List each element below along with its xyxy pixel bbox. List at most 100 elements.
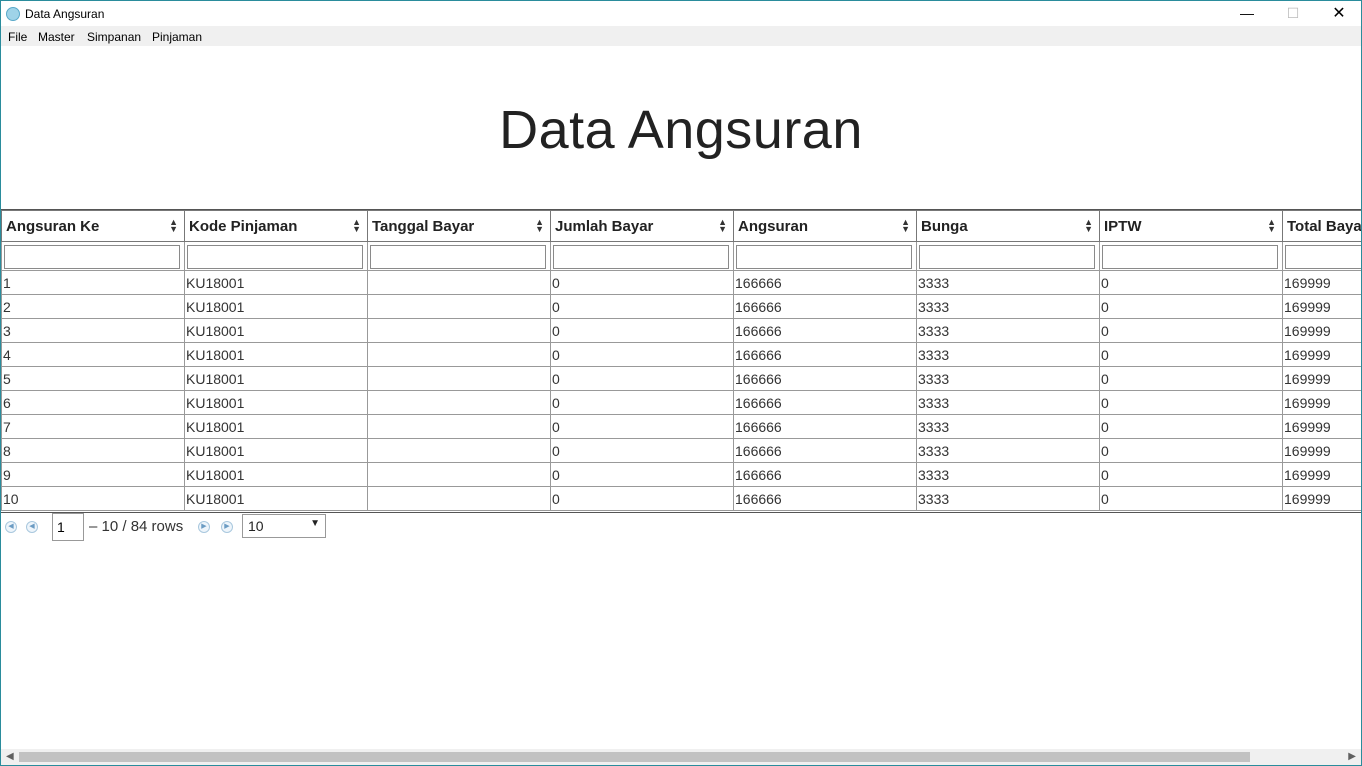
table-cell: 0: [1099, 438, 1283, 463]
table-cell: [367, 414, 551, 439]
sort-icon[interactable]: ▲ ▼: [535, 218, 544, 234]
table-cell: KU18001: [184, 318, 368, 343]
filter-input[interactable]: [736, 244, 912, 269]
column-header[interactable]: Angsuran ▲ ▼: [733, 210, 917, 242]
next-page-icon[interactable]: ▶: [198, 521, 210, 533]
table-cell: KU18001: [184, 294, 368, 319]
table-row[interactable]: 3 KU18001 0 166666 3333 0 169999: [1, 318, 1361, 343]
table-cell: 0: [550, 390, 734, 415]
page-number-input[interactable]: [52, 513, 84, 541]
menu-master[interactable]: Master: [38, 30, 75, 44]
table-cell: 169999: [1282, 414, 1361, 439]
table-cell: 3333: [916, 294, 1100, 319]
maximize-button[interactable]: ☐: [1270, 1, 1316, 26]
table-row[interactable]: 5 KU18001 0 166666 3333 0 169999: [1, 366, 1361, 391]
column-header[interactable]: Bunga ▲ ▼: [916, 210, 1100, 242]
table-cell: KU18001: [184, 462, 368, 487]
table-cell: 0: [1099, 294, 1283, 319]
table-cell: 0: [550, 462, 734, 487]
column-header[interactable]: Total Bayar▲▼: [1282, 210, 1361, 242]
table-cell: 169999: [1282, 438, 1361, 463]
menu-simpanan[interactable]: Simpanan: [87, 30, 141, 44]
app-window: Data Angsuran — ☐ ✕ File Master Simpanan…: [0, 0, 1362, 766]
installment-table: Angsuran Ke ▲ ▼ Kode Pinjaman ▲ ▼ Tanggal Ba…: [1, 210, 1361, 511]
sort-icon[interactable]: ▲ ▼: [169, 218, 178, 234]
column-header[interactable]: IPTW ▲ ▼: [1099, 210, 1283, 242]
table-cell: KU18001: [184, 270, 368, 295]
filter-cell: [1, 241, 185, 271]
table-cell: 0: [550, 342, 734, 367]
table-cell: 8: [1, 438, 185, 463]
table-row[interactable]: 10 KU18001 0 166666 3333 0 169999: [1, 486, 1361, 511]
scroll-right-icon[interactable]: ▶: [1348, 751, 1356, 762]
filter-cell: [916, 241, 1100, 271]
table-cell: 0: [1099, 318, 1283, 343]
close-icon: ✕: [1332, 5, 1346, 22]
filter-input[interactable]: [1285, 244, 1361, 269]
scroll-left-icon[interactable]: ◀: [6, 751, 14, 762]
sort-icon[interactable]: ▲ ▼: [352, 218, 361, 234]
column-header[interactable]: Kode Pinjaman ▲ ▼: [184, 210, 368, 242]
table-cell: [367, 366, 551, 391]
column-header-label: Angsuran: [738, 217, 809, 235]
filter-row: [1, 241, 1361, 271]
column-header[interactable]: Jumlah Bayar ▲ ▼: [550, 210, 734, 242]
table-cell: [367, 462, 551, 487]
table-cell: 0: [550, 486, 734, 511]
table-cell: 3333: [916, 390, 1100, 415]
table-cell: 0: [1099, 462, 1283, 487]
filter-input[interactable]: [1102, 244, 1278, 269]
sort-icon[interactable]: ▲ ▼: [1084, 218, 1093, 234]
table-cell: 0: [1099, 390, 1283, 415]
prev-page-icon[interactable]: ◀: [26, 521, 38, 533]
table-cell: 3333: [916, 486, 1100, 511]
filter-input[interactable]: [553, 244, 729, 269]
table-cell: 10: [1, 486, 185, 511]
page-size-select[interactable]: 10 ▼: [242, 514, 326, 538]
table-row[interactable]: 9 KU18001 0 166666 3333 0 169999: [1, 462, 1361, 487]
table-row[interactable]: 6 KU18001 0 166666 3333 0 169999: [1, 390, 1361, 415]
table-cell: 166666: [733, 438, 917, 463]
table-cell: 9: [1, 462, 185, 487]
horizontal-scrollbar[interactable]: ◀ ▶: [1, 749, 1361, 765]
table-cell: KU18001: [184, 342, 368, 367]
filter-input[interactable]: [370, 244, 546, 269]
column-header[interactable]: Tanggal Bayar ▲ ▼: [367, 210, 551, 242]
table-cell: 166666: [733, 366, 917, 391]
table-cell: 166666: [733, 342, 917, 367]
menu-file[interactable]: File: [8, 30, 27, 44]
column-header-label: Tanggal Bayar: [372, 217, 475, 235]
column-header[interactable]: Angsuran Ke ▲ ▼: [1, 210, 185, 242]
minimize-button[interactable]: —: [1224, 1, 1270, 26]
table-cell: 169999: [1282, 462, 1361, 487]
sort-icon[interactable]: ▲ ▼: [1267, 218, 1276, 234]
table-cell: 3333: [916, 462, 1100, 487]
filter-input[interactable]: [4, 244, 180, 269]
title-bar[interactable]: Data Angsuran — ☐ ✕: [1, 1, 1361, 26]
scroll-thumb[interactable]: [19, 752, 1250, 762]
sort-icon[interactable]: ▲ ▼: [901, 218, 910, 234]
filter-input[interactable]: [187, 244, 363, 269]
table-row[interactable]: 7 KU18001 0 166666 3333 0 169999: [1, 414, 1361, 439]
table-row[interactable]: 2 KU18001 0 166666 3333 0 169999: [1, 294, 1361, 319]
last-page-icon[interactable]: ▶: [221, 521, 233, 533]
table-cell: 1: [1, 270, 185, 295]
table-row[interactable]: 8 KU18001 0 166666 3333 0 169999: [1, 438, 1361, 463]
table-cell: 0: [550, 438, 734, 463]
column-header-label: IPTW: [1104, 217, 1142, 235]
sort-icon[interactable]: ▲ ▼: [718, 218, 727, 234]
close-button[interactable]: ✕: [1316, 1, 1361, 26]
table-cell: 0: [550, 414, 734, 439]
table-cell: [367, 486, 551, 511]
filter-cell: [184, 241, 368, 271]
table-row[interactable]: 4 KU18001 0 166666 3333 0 169999: [1, 342, 1361, 367]
filter-input[interactable]: [919, 244, 1095, 269]
filter-cell: [367, 241, 551, 271]
table-cell: 2: [1, 294, 185, 319]
table-cell: 0: [1099, 414, 1283, 439]
table-cell: 3: [1, 318, 185, 343]
page-title: Data Angsuran: [499, 100, 863, 160]
first-page-icon[interactable]: ◀: [5, 521, 17, 533]
menu-pinjaman[interactable]: Pinjaman: [152, 30, 202, 44]
table-row[interactable]: 1 KU18001 0 166666 3333 0 169999: [1, 270, 1361, 295]
